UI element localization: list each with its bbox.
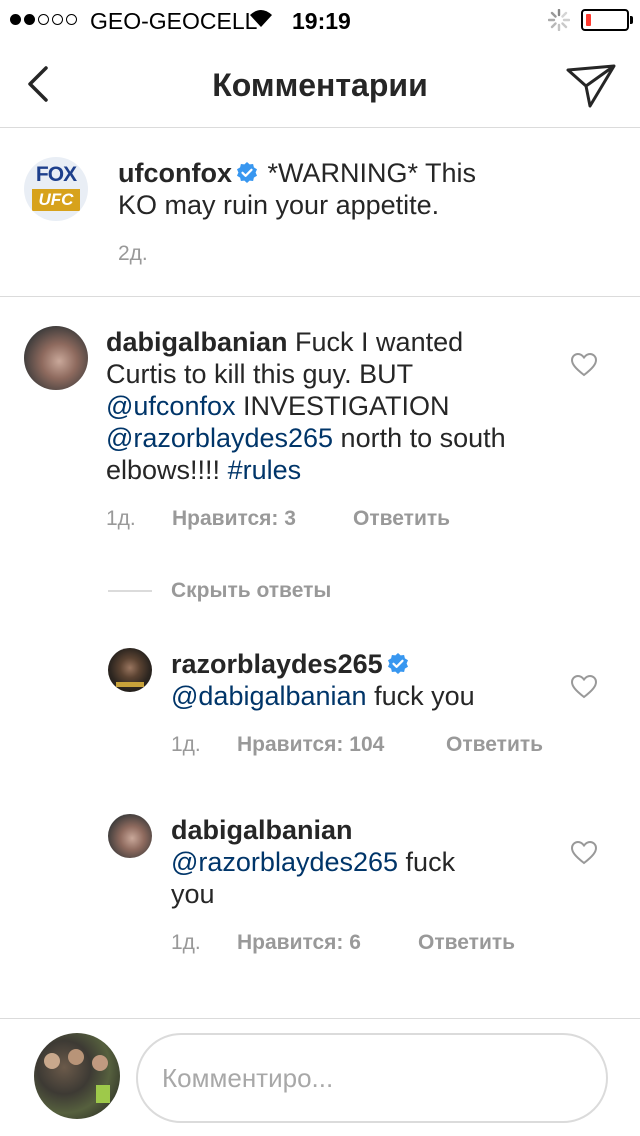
carrier-name: GEO-GEOCELL — [90, 8, 258, 34]
heart-icon[interactable] — [571, 353, 597, 377]
reply-meta: 1д. Нравится: 6 Ответить — [171, 931, 515, 955]
reply-meta: 1д. Нравится: 104 Ответить — [171, 733, 543, 757]
page-title: Комментарии — [212, 67, 428, 103]
hashtag-link[interactable]: #rules — [228, 455, 302, 485]
reply-text: razorblaydes265 @dabigalbanian fuck you — [171, 648, 571, 712]
heart-icon[interactable] — [571, 675, 597, 699]
reply-username[interactable]: dabigalbanian — [171, 815, 353, 845]
mention-link[interactable]: @dabigalbanian — [171, 681, 367, 711]
reply-button[interactable]: Ответить — [418, 931, 515, 955]
avatar[interactable] — [108, 814, 152, 858]
mention-link[interactable]: @razorblaydes265 — [106, 423, 333, 453]
mention-link[interactable]: @razorblaydes265 — [171, 847, 398, 877]
like-count[interactable]: Нравится: 3 — [172, 507, 353, 531]
comment-composer — [0, 1018, 640, 1136]
reply-text: dabigalbanian @razorblaydes265 fuck you — [171, 814, 491, 910]
comment-username[interactable]: dabigalbanian — [106, 327, 288, 357]
replies-divider — [108, 590, 152, 592]
reply-button[interactable]: Ответить — [446, 733, 543, 757]
paper-plane-icon[interactable] — [564, 62, 618, 110]
caption-username[interactable]: ufconfox — [118, 158, 232, 188]
post-caption: FOX UFC ufconfox *WARNING* This KO may r… — [0, 129, 640, 297]
ufconfox-avatar[interactable]: FOX UFC — [24, 157, 88, 221]
mention-link[interactable]: @ufconfox — [106, 391, 235, 421]
caption-age: 2д. — [118, 242, 148, 265]
verified-badge-icon — [387, 653, 408, 674]
navigation-bar: Комментарии — [0, 40, 640, 128]
reply-age: 1д. — [171, 931, 201, 954]
battery-icon — [581, 9, 633, 31]
comment-age: 1д. — [106, 507, 136, 530]
status-time: 19:19 — [292, 8, 351, 34]
reply-body: fuck you — [366, 681, 475, 711]
status-bar: GEO-GEOCELL 19:19 — [0, 0, 640, 40]
avatar[interactable] — [108, 648, 152, 692]
signal-strength-icon — [10, 14, 77, 25]
verified-badge-icon — [237, 162, 257, 183]
like-count[interactable]: Нравится: 6 — [237, 931, 418, 955]
comment-body: INVESTIGATION — [235, 391, 450, 421]
avatar[interactable] — [24, 326, 88, 390]
comment-meta: 1д. Нравится: 3 Ответить — [106, 507, 450, 531]
caption-text: ufconfox *WARNING* This KO may ruin your… — [118, 157, 518, 221]
avatar[interactable] — [34, 1033, 120, 1119]
heart-icon[interactable] — [571, 841, 597, 865]
hide-replies-button[interactable]: Скрыть ответы — [171, 579, 331, 603]
comment-input[interactable] — [136, 1033, 608, 1123]
reply-age: 1д. — [171, 733, 201, 756]
reply-username[interactable]: razorblaydes265 — [171, 649, 383, 679]
reply-button[interactable]: Ответить — [353, 507, 450, 531]
like-count[interactable]: Нравится: 104 — [237, 733, 446, 757]
comment-text: dabigalbanian Fuck I wanted Curtis to ki… — [106, 326, 526, 486]
activity-spinner-icon — [548, 9, 570, 31]
wifi-icon — [250, 10, 272, 27]
